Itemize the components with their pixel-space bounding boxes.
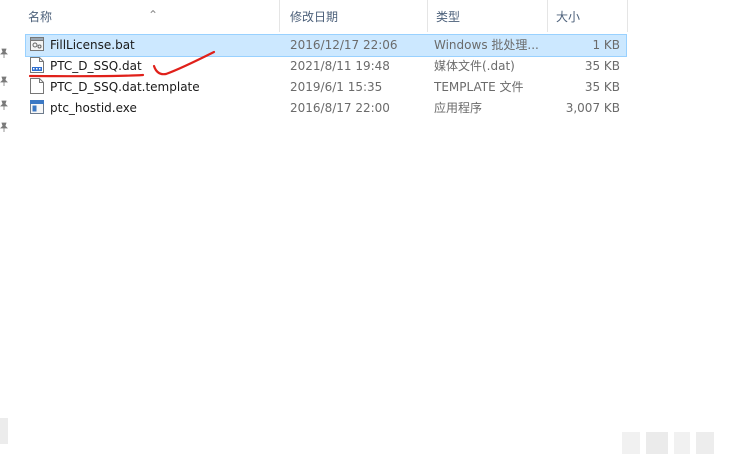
column-header-size-label: 大小 xyxy=(556,10,581,24)
column-header-date-label: 修改日期 xyxy=(290,10,339,24)
file-row[interactable]: FillLicense.bat 2016/12/17 22:06 Windows… xyxy=(25,34,627,57)
column-header-name[interactable]: 名称 ⌃ xyxy=(20,0,280,32)
pin-icon[interactable] xyxy=(0,76,8,86)
file-date: 2016/8/17 22:00 xyxy=(290,101,390,115)
file-size: 1 KB xyxy=(592,38,620,52)
file-type: 应用程序 xyxy=(434,101,483,115)
file-list: FillLicense.bat 2016/12/17 22:06 Windows… xyxy=(25,34,627,119)
file-size: 35 KB xyxy=(584,59,620,73)
file-name-cell: ptc_hostid.exe xyxy=(30,98,280,119)
file-type: TEMPLATE 文件 xyxy=(434,80,524,94)
file-name-cell: PTC_D_SSQ.dat xyxy=(30,56,280,77)
column-header-type[interactable]: 类型 xyxy=(428,0,548,32)
file-name-cell: FillLicense.bat xyxy=(30,35,280,56)
pin-icon[interactable] xyxy=(0,122,8,132)
column-header-date[interactable]: 修改日期 xyxy=(282,0,428,32)
file-row[interactable]: PTC_D_SSQ.dat 2021/8/11 19:48 媒体文件(.dat)… xyxy=(26,56,626,77)
file-date: 2016/12/17 22:06 xyxy=(290,38,398,52)
media-file-icon xyxy=(30,57,44,73)
file-name: ptc_hostid.exe xyxy=(50,101,137,115)
column-header-name-label: 名称 xyxy=(28,10,53,24)
file-size: 3,007 KB xyxy=(565,101,620,115)
file-name: PTC_D_SSQ.dat.template xyxy=(50,80,200,94)
file-date: 2021/8/11 19:48 xyxy=(290,59,390,73)
scrollbar[interactable] xyxy=(0,418,8,444)
column-header-type-label: 类型 xyxy=(436,10,461,24)
exe-file-icon xyxy=(30,100,44,114)
file-name: PTC_D_SSQ.dat xyxy=(50,59,142,73)
file-size: 35 KB xyxy=(584,80,620,94)
navigation-pane-edge xyxy=(0,0,10,472)
pin-icon[interactable] xyxy=(0,48,8,58)
sort-ascending-icon: ⌃ xyxy=(148,8,159,22)
batch-file-icon xyxy=(30,37,44,51)
blank-file-icon xyxy=(30,78,44,94)
blurred-watermark xyxy=(622,432,714,454)
file-type: Windows 批处理... xyxy=(434,38,539,52)
pin-icon[interactable] xyxy=(0,100,8,110)
file-row[interactable]: PTC_D_SSQ.dat.template 2019/6/1 15:35 TE… xyxy=(26,77,626,98)
column-header-size[interactable]: 大小 xyxy=(548,0,628,32)
file-type: 媒体文件(.dat) xyxy=(434,59,515,73)
file-date: 2019/6/1 15:35 xyxy=(290,80,383,94)
file-row[interactable]: ptc_hostid.exe 2016/8/17 22:00 应用程序 3,00… xyxy=(26,98,626,119)
column-header-row: 名称 ⌃ 修改日期 类型 大小 xyxy=(20,0,630,32)
file-name: FillLicense.bat xyxy=(50,38,135,52)
file-name-cell: PTC_D_SSQ.dat.template xyxy=(30,77,280,98)
